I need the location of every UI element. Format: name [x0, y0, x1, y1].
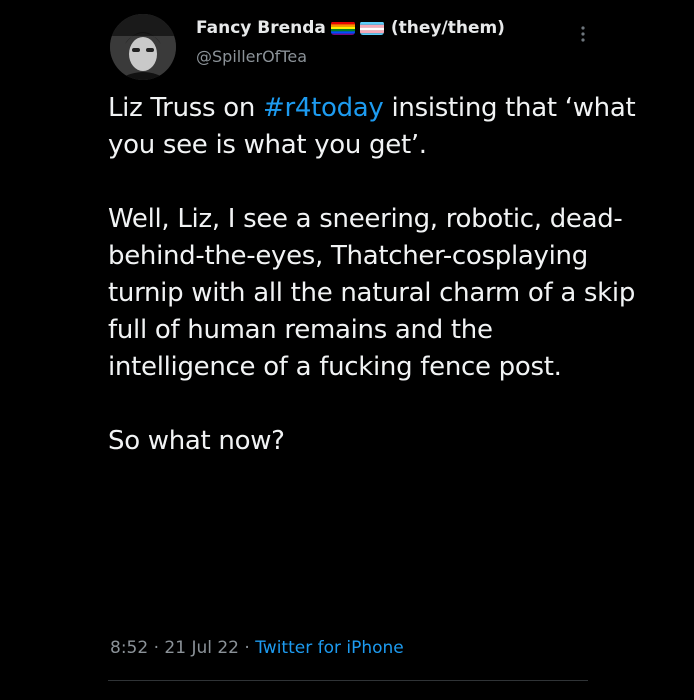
rainbow-pride-flag-icon	[330, 21, 355, 35]
display-name[interactable]: Fancy Brenda	[196, 18, 326, 38]
tweet-source-link[interactable]: Twitter for iPhone	[255, 638, 404, 658]
tweet-paragraph-1: Liz Truss on #r4today insisting that ‘wh…	[108, 90, 638, 164]
pronouns: (they/them)	[390, 18, 505, 38]
more-vertical-icon[interactable]	[574, 22, 592, 46]
tweet-paragraph-3: So what now?	[108, 426, 285, 456]
user-handle[interactable]: @SpillerOfTea	[196, 47, 616, 66]
tweet-text-segment: Liz Truss on	[108, 93, 263, 123]
tweet-card[interactable]: Fancy Brenda (they/them) @SpillerOfTea L…	[0, 0, 694, 700]
tweet-meta: 8:52 · 21 Jul 22 · Twitter for iPhone	[110, 638, 404, 658]
meta-separator: ·	[239, 638, 256, 658]
transgender-flag-icon	[359, 21, 384, 35]
divider	[108, 680, 588, 681]
name-row: Fancy Brenda (they/them)	[196, 18, 616, 38]
tweet-date[interactable]: 21 Jul 22	[164, 638, 239, 658]
tweet-header: Fancy Brenda (they/them) @SpillerOfTea	[196, 18, 616, 66]
avatar[interactable]	[110, 14, 176, 80]
tweet-time[interactable]: 8:52	[110, 638, 148, 658]
tweet-paragraph-2: Well, Liz, I see a sneering, robotic, de…	[108, 204, 636, 382]
hashtag-link[interactable]: #r4today	[263, 93, 384, 123]
avatar-image	[110, 14, 176, 80]
tweet-text: Liz Truss on #r4today insisting that ‘wh…	[108, 90, 638, 460]
meta-separator: ·	[148, 638, 165, 658]
